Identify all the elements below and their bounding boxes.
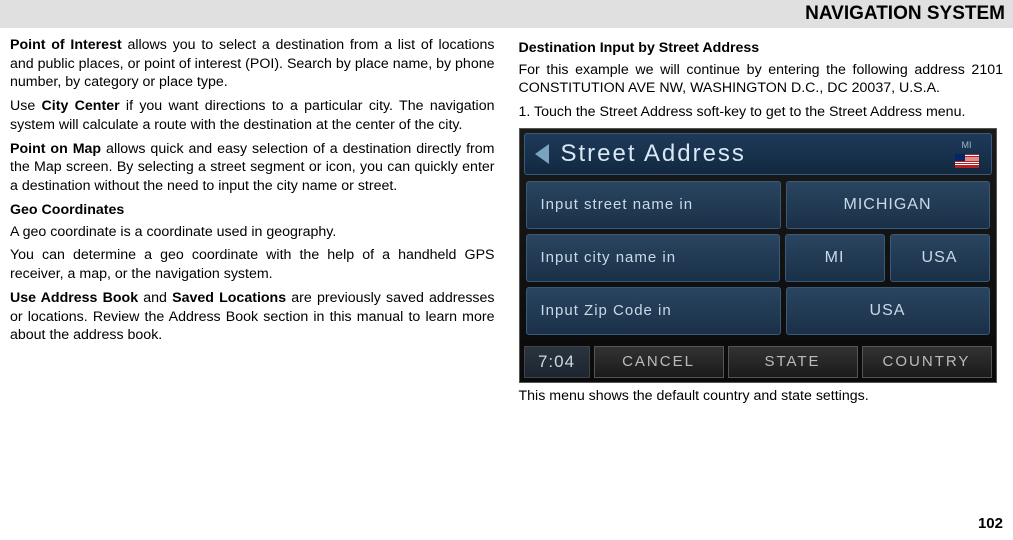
screenshot-caption: This menu shows the default country and … — [519, 387, 1004, 406]
flag-box: MI — [951, 140, 983, 168]
point-on-map-paragraph: Point on Map allows quick and easy selec… — [10, 140, 495, 196]
header-bar: NAVIGATION SYSTEM — [0, 0, 1013, 28]
dest-heading: Destination Input by Street Address — [519, 39, 1004, 58]
input-zip-button[interactable]: Input Zip Code in — [526, 287, 781, 335]
country-button[interactable]: COUNTRY — [862, 346, 992, 378]
saved-locations-label: Saved Locations — [172, 290, 286, 306]
back-arrow-icon[interactable] — [535, 144, 549, 164]
address-book-label: Use Address Book — [10, 290, 138, 306]
city-center-label: City Center — [42, 98, 120, 114]
city-center-paragraph: Use City Center if you want directions t… — [10, 97, 495, 134]
usa-flag-icon — [955, 154, 979, 168]
state-button[interactable]: STATE — [728, 346, 858, 378]
input-row-zip: Input Zip Code in USA — [526, 287, 990, 335]
header-title: NAVIGATION SYSTEM — [805, 3, 1005, 25]
state-mi-button[interactable]: MI — [785, 234, 885, 282]
input-row-city: Input city name in MI USA — [526, 234, 990, 282]
input-street-name-button[interactable]: Input street name in — [526, 181, 781, 229]
input-row-street: Input street name in MICHIGAN — [526, 181, 990, 229]
city-center-pre: Use — [10, 98, 42, 114]
dest-p1: For this example we will continue by ent… — [519, 61, 1004, 98]
bottom-bar: 7:04 CANCEL STATE COUNTRY — [524, 346, 992, 378]
screen-title: Street Address — [561, 138, 746, 170]
screen-header: Street Address MI — [524, 133, 992, 175]
geo-p2: You can determine a geo coordinate with … — [10, 246, 495, 283]
address-book-mid: and — [138, 290, 172, 306]
country-usa-button-1[interactable]: USA — [890, 234, 990, 282]
state-michigan-button[interactable]: MICHIGAN — [786, 181, 990, 229]
poi-label: Point of Interest — [10, 37, 122, 53]
input-city-name-button[interactable]: Input city name in — [526, 234, 780, 282]
street-address-screenshot: Street Address MI Input street name in M… — [519, 128, 997, 383]
poi-paragraph: Point of Interest allows you to select a… — [10, 36, 495, 92]
content-area: Point of Interest allows you to select a… — [0, 28, 1013, 411]
geo-p1: A geo coordinate is a coordinate used in… — [10, 223, 495, 242]
right-column: Destination Input by Street Address For … — [519, 36, 1004, 411]
cancel-button[interactable]: CANCEL — [594, 346, 724, 378]
geo-heading: Geo Coordinates — [10, 201, 495, 220]
address-book-paragraph: Use Address Book and Saved Locations are… — [10, 289, 495, 345]
time-display: 7:04 — [524, 346, 590, 378]
country-usa-button-2[interactable]: USA — [786, 287, 990, 335]
left-column: Point of Interest allows you to select a… — [10, 36, 495, 411]
point-on-map-label: Point on Map — [10, 141, 101, 157]
input-rows: Input street name in MICHIGAN Input city… — [520, 179, 996, 342]
flag-label: MI — [962, 140, 972, 152]
page-number: 102 — [978, 515, 1003, 532]
dest-p2: 1. Touch the Street Address soft-key to … — [519, 103, 1004, 122]
